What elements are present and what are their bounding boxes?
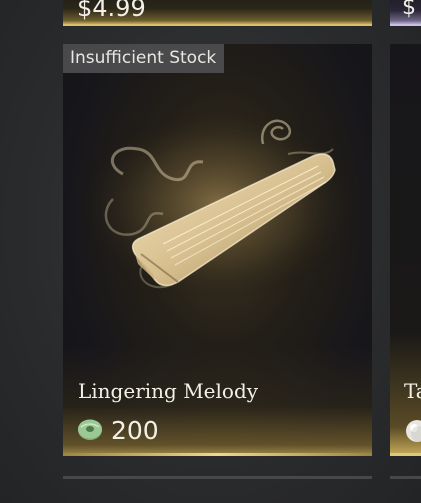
item-name: Lingering Melody xyxy=(78,379,259,403)
shop-card-top-left[interactable]: $4.99 xyxy=(63,0,372,26)
shop-item-card[interactable]: Insufficient Stock Lingering Melody 200 xyxy=(63,44,372,456)
guqin-zither-icon xyxy=(83,109,358,299)
item-name: Ta xyxy=(404,379,421,403)
shop-grid: $4.99 $ Insufficient Stock Lingering Mel… xyxy=(0,0,421,503)
pearl-icon xyxy=(406,420,421,442)
insufficient-stock-badge: Insufficient Stock xyxy=(63,44,225,73)
card-gold-border xyxy=(390,453,421,456)
card-gold-border xyxy=(63,453,372,456)
shop-card-next-row-right[interactable] xyxy=(390,476,421,479)
price-row: 200 xyxy=(77,415,159,445)
item-price: 200 xyxy=(111,415,159,445)
shop-card-top-right[interactable]: $ xyxy=(390,0,421,26)
shop-card-next-row-left[interactable] xyxy=(63,476,372,479)
shop-item-card-next[interactable]: Ta xyxy=(390,44,421,456)
card-price: $4.99 xyxy=(77,0,146,22)
jade-coin-icon xyxy=(78,419,102,440)
card-price: $ xyxy=(402,0,416,20)
